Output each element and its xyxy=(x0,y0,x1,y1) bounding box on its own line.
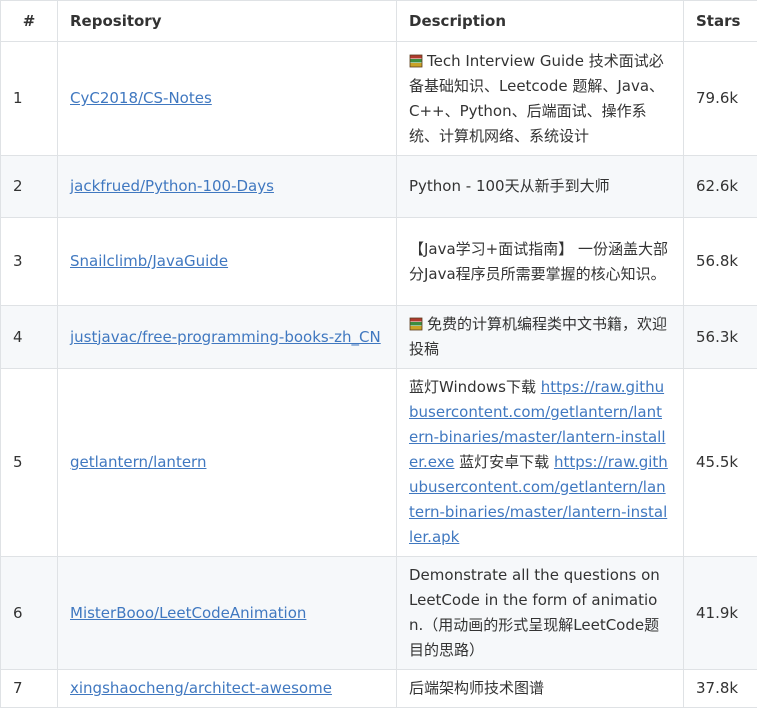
books-icon xyxy=(409,317,423,331)
repo-link[interactable]: MisterBooo/LeetCodeAnimation xyxy=(70,604,306,622)
table-header-row: # Repository Description Stars xyxy=(0,0,757,42)
repo-link[interactable]: CyC2018/CS-Notes xyxy=(70,89,212,107)
repo-link[interactable]: xingshaocheng/architect-awesome xyxy=(70,679,332,697)
description-cell: 免费的计算机编程类中文书籍，欢迎投稿 xyxy=(396,305,684,369)
table-row: 6 MisterBooo/LeetCodeAnimation Demonstra… xyxy=(0,556,757,670)
repo-cell: jackfrued/Python-100-Days xyxy=(57,155,397,218)
stars-cell: 56.8k xyxy=(683,217,757,306)
books-icon xyxy=(409,54,423,67)
header-stars: Stars xyxy=(683,0,757,42)
repo-cell: getlantern/lantern xyxy=(57,368,397,557)
stars-cell: 79.6k xyxy=(683,41,757,156)
stars-cell: 62.6k xyxy=(683,155,757,218)
description-cell: 后端架构师技术图谱 xyxy=(396,669,684,708)
repositories-table: # Repository Description Stars 1 CyC2018… xyxy=(0,0,757,708)
description-text: 后端架构师技术图谱 xyxy=(409,679,545,697)
row-index: 7 xyxy=(0,669,58,708)
description-text: Tech Interview Guide 技术面试必备基础知识、Leetcode… xyxy=(409,51,665,145)
repo-cell: justjavac/free-programming-books-zh_CN xyxy=(57,305,397,369)
row-index: 2 xyxy=(0,155,58,218)
table-row: 5 getlantern/lantern 蓝灯Windows下载 https:/… xyxy=(0,368,757,557)
row-index: 5 xyxy=(0,368,58,557)
description-cell: 【Java学习+面试指南】 一份涵盖大部分Java程序员所需要掌握的核心知识。 xyxy=(396,217,684,306)
repo-link[interactable]: Snailclimb/JavaGuide xyxy=(70,252,228,270)
repo-cell: MisterBooo/LeetCodeAnimation xyxy=(57,556,397,670)
repo-cell: xingshaocheng/architect-awesome xyxy=(57,669,397,708)
header-index: # xyxy=(0,0,58,42)
table-row: 2 jackfrued/Python-100-Days Python - 100… xyxy=(0,155,757,218)
description-text: Python - 100天从新手到大师 xyxy=(409,177,610,195)
row-index: 3 xyxy=(0,217,58,306)
row-index: 6 xyxy=(0,556,58,670)
row-index: 4 xyxy=(0,305,58,369)
repo-cell: Snailclimb/JavaGuide xyxy=(57,217,397,306)
repo-link[interactable]: justjavac/free-programming-books-zh_CN xyxy=(70,328,381,346)
table-row: 1 CyC2018/CS-Notes Tech Interview Guide … xyxy=(0,41,757,156)
repo-link[interactable]: getlantern/lantern xyxy=(70,453,206,471)
table-row: 3 Snailclimb/JavaGuide 【Java学习+面试指南】 一份涵… xyxy=(0,217,757,306)
description-cell: Tech Interview Guide 技术面试必备基础知识、Leetcode… xyxy=(396,41,684,156)
description-text: 免费的计算机编程类中文书籍，欢迎投稿 xyxy=(409,315,668,358)
table-row: 7 xingshaocheng/architect-awesome 后端架构师技… xyxy=(0,669,757,708)
row-index: 1 xyxy=(0,41,58,156)
stars-cell: 37.8k xyxy=(683,669,757,708)
description-text: 蓝灯Windows下载 xyxy=(409,378,541,396)
description-cell: 蓝灯Windows下载 https://raw.githubuserconten… xyxy=(396,368,684,557)
repo-cell: CyC2018/CS-Notes xyxy=(57,41,397,156)
stars-cell: 45.5k xyxy=(683,368,757,557)
table-row: 4 justjavac/free-programming-books-zh_CN… xyxy=(0,305,757,369)
description-text: 【Java学习+面试指南】 一份涵盖大部分Java程序员所需要掌握的核心知识。 xyxy=(409,239,669,283)
stars-cell: 56.3k xyxy=(683,305,757,369)
stars-cell: 41.9k xyxy=(683,556,757,670)
header-repository: Repository xyxy=(57,0,397,42)
description-text: Demonstrate all the questions on LeetCod… xyxy=(409,566,660,659)
description-cell: Python - 100天从新手到大师 xyxy=(396,155,684,218)
description-text: 蓝灯安卓下载 xyxy=(454,453,554,471)
header-description: Description xyxy=(396,0,684,42)
description-cell: Demonstrate all the questions on LeetCod… xyxy=(396,556,684,670)
repo-link[interactable]: jackfrued/Python-100-Days xyxy=(70,177,274,195)
